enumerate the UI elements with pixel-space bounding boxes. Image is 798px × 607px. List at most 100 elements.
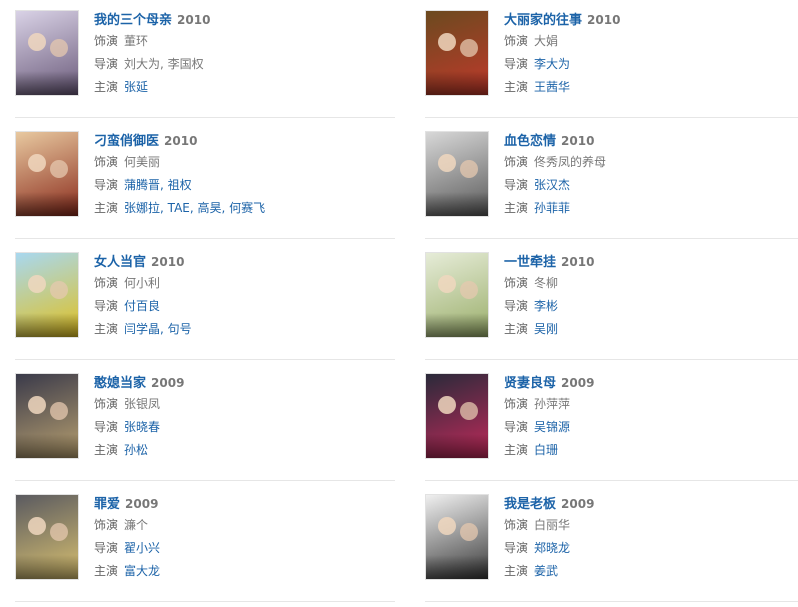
film-title-link[interactable]: 贤妻良母 <box>504 376 556 391</box>
film-poster[interactable] <box>15 373 79 459</box>
star-link[interactable]: 闫学晶 <box>124 322 160 336</box>
film-title-link[interactable]: 大丽家的往事 <box>504 13 582 28</box>
film-title-link[interactable]: 我是老板 <box>504 497 556 512</box>
poster-figure <box>438 517 456 535</box>
director-link[interactable]: 翟小兴 <box>124 541 160 555</box>
star-link[interactable]: 孙菲菲 <box>534 201 570 215</box>
starring-label: 主演 <box>504 564 529 578</box>
poster-figure <box>438 275 456 293</box>
star-link[interactable]: 吴刚 <box>534 322 558 336</box>
star-link[interactable]: 白珊 <box>534 443 558 457</box>
poster-title-band <box>16 192 78 216</box>
film-poster[interactable] <box>15 10 79 96</box>
film-title-line: 贤妻良母 2009 <box>504 373 594 393</box>
film-poster[interactable] <box>425 252 489 338</box>
film-title-link[interactable]: 憨媳当家 <box>94 376 146 391</box>
star-link[interactable]: 何赛飞 <box>229 201 265 215</box>
role-value: 张银凤 <box>124 397 161 411</box>
star-link[interactable]: 孙松 <box>124 443 148 457</box>
poster-figure <box>28 154 46 172</box>
film-item: 我的三个母亲 2010 饰演 董环 导演 刘大为, 李国权 主演 张延 <box>15 0 395 121</box>
poster-figure <box>28 275 46 293</box>
film-year: 2009 <box>561 376 595 390</box>
row-divider <box>15 117 395 118</box>
film-title-link[interactable]: 一世牵挂 <box>504 255 556 270</box>
starring-label: 主演 <box>504 201 529 215</box>
film-item: 女人当官 2010 饰演 何小利 导演 付百良 主演 闫学晶, 句号 <box>15 242 395 363</box>
film-poster[interactable] <box>15 131 79 217</box>
poster-title-band <box>16 313 78 337</box>
director-link[interactable]: 蒲腾晋 <box>124 178 160 192</box>
star-link[interactable]: 张娜拉 <box>124 201 160 215</box>
film-year: 2010 <box>561 134 595 148</box>
role-label: 饰演 <box>94 34 119 48</box>
poster-title-band <box>426 555 488 579</box>
star-link[interactable]: 高昊 <box>198 201 222 215</box>
poster-figure <box>28 33 46 51</box>
row-divider <box>15 601 395 602</box>
starring-row: 主演 张娜拉, TAE, 高昊, 何赛飞 <box>94 197 265 220</box>
role-label: 饰演 <box>504 155 529 169</box>
film-info: 罪爱 2009 饰演 濂个 导演 翟小兴 主演 富大龙 <box>94 494 160 583</box>
star-link[interactable]: 王茜华 <box>534 80 570 94</box>
poster-figure <box>460 160 478 178</box>
director-link[interactable]: 祖权 <box>168 178 192 192</box>
film-year: 2010 <box>151 255 185 269</box>
role-value: 何美丽 <box>124 155 161 169</box>
film-title-link[interactable]: 女人当官 <box>94 255 146 270</box>
film-poster[interactable] <box>425 373 489 459</box>
film-year: 2010 <box>177 13 211 27</box>
row-divider <box>425 238 798 239</box>
role-row: 饰演 何美丽 <box>94 151 265 174</box>
film-title-link[interactable]: 我的三个母亲 <box>94 13 172 28</box>
director-link[interactable]: 郑晓龙 <box>534 541 570 555</box>
poster-figure <box>50 160 68 178</box>
role-label: 饰演 <box>94 518 119 532</box>
star-link[interactable]: 句号 <box>168 322 192 336</box>
film-title-link[interactable]: 刁蛮俏御医 <box>94 134 159 149</box>
film-title-link[interactable]: 血色恋情 <box>504 134 556 149</box>
film-item: 大丽家的往事 2010 饰演 大娟 导演 李大为 主演 王茜华 <box>425 0 798 121</box>
film-title-line: 罪爱 2009 <box>94 494 160 514</box>
starring-label: 主演 <box>504 322 529 336</box>
film-title-link[interactable]: 罪爱 <box>94 497 120 512</box>
poster-figure <box>50 402 68 420</box>
film-title-line: 我的三个母亲 2010 <box>94 10 210 30</box>
film-poster[interactable] <box>425 494 489 580</box>
starring-row: 主演 张延 <box>94 76 210 99</box>
poster-image <box>16 495 78 579</box>
film-poster[interactable] <box>15 252 79 338</box>
director-row: 导演 张晓春 <box>94 416 184 439</box>
poster-figure <box>50 523 68 541</box>
starring-row: 主演 孙松 <box>94 439 184 462</box>
poster-title-band <box>16 434 78 458</box>
star-link[interactable]: 姜武 <box>534 564 558 578</box>
role-row: 饰演 董环 <box>94 30 210 53</box>
poster-figure <box>438 396 456 414</box>
film-poster[interactable] <box>425 131 489 217</box>
film-poster[interactable] <box>15 494 79 580</box>
poster-title-band <box>426 434 488 458</box>
film-poster[interactable] <box>425 10 489 96</box>
role-row: 饰演 佟秀凤的养母 <box>504 151 606 174</box>
director-link[interactable]: 张晓春 <box>124 420 160 434</box>
director-link[interactable]: 张汉杰 <box>534 178 570 192</box>
star-link[interactable]: TAE <box>168 201 190 215</box>
role-row: 饰演 何小利 <box>94 272 192 295</box>
director-row: 导演 郑晓龙 <box>504 537 594 560</box>
director-link[interactable]: 吴锦源 <box>534 420 570 434</box>
starring-row: 主演 姜武 <box>504 560 594 583</box>
director-link[interactable]: 李彬 <box>534 299 558 313</box>
film-info: 大丽家的往事 2010 饰演 大娟 导演 李大为 主演 王茜华 <box>504 10 620 99</box>
director-link[interactable]: 李大为 <box>534 57 570 71</box>
star-link[interactable]: 张延 <box>124 80 148 94</box>
film-item: 血色恋情 2010 饰演 佟秀凤的养母导演 张汉杰 主演 孙菲菲 <box>425 121 798 242</box>
role-label: 饰演 <box>94 397 119 411</box>
director-link[interactable]: 付百良 <box>124 299 160 313</box>
starring-label: 主演 <box>504 443 529 457</box>
row-divider <box>425 480 798 481</box>
star-link[interactable]: 富大龙 <box>124 564 160 578</box>
list-separator: , <box>160 57 168 71</box>
poster-title-band <box>16 555 78 579</box>
director-label: 导演 <box>504 178 529 192</box>
